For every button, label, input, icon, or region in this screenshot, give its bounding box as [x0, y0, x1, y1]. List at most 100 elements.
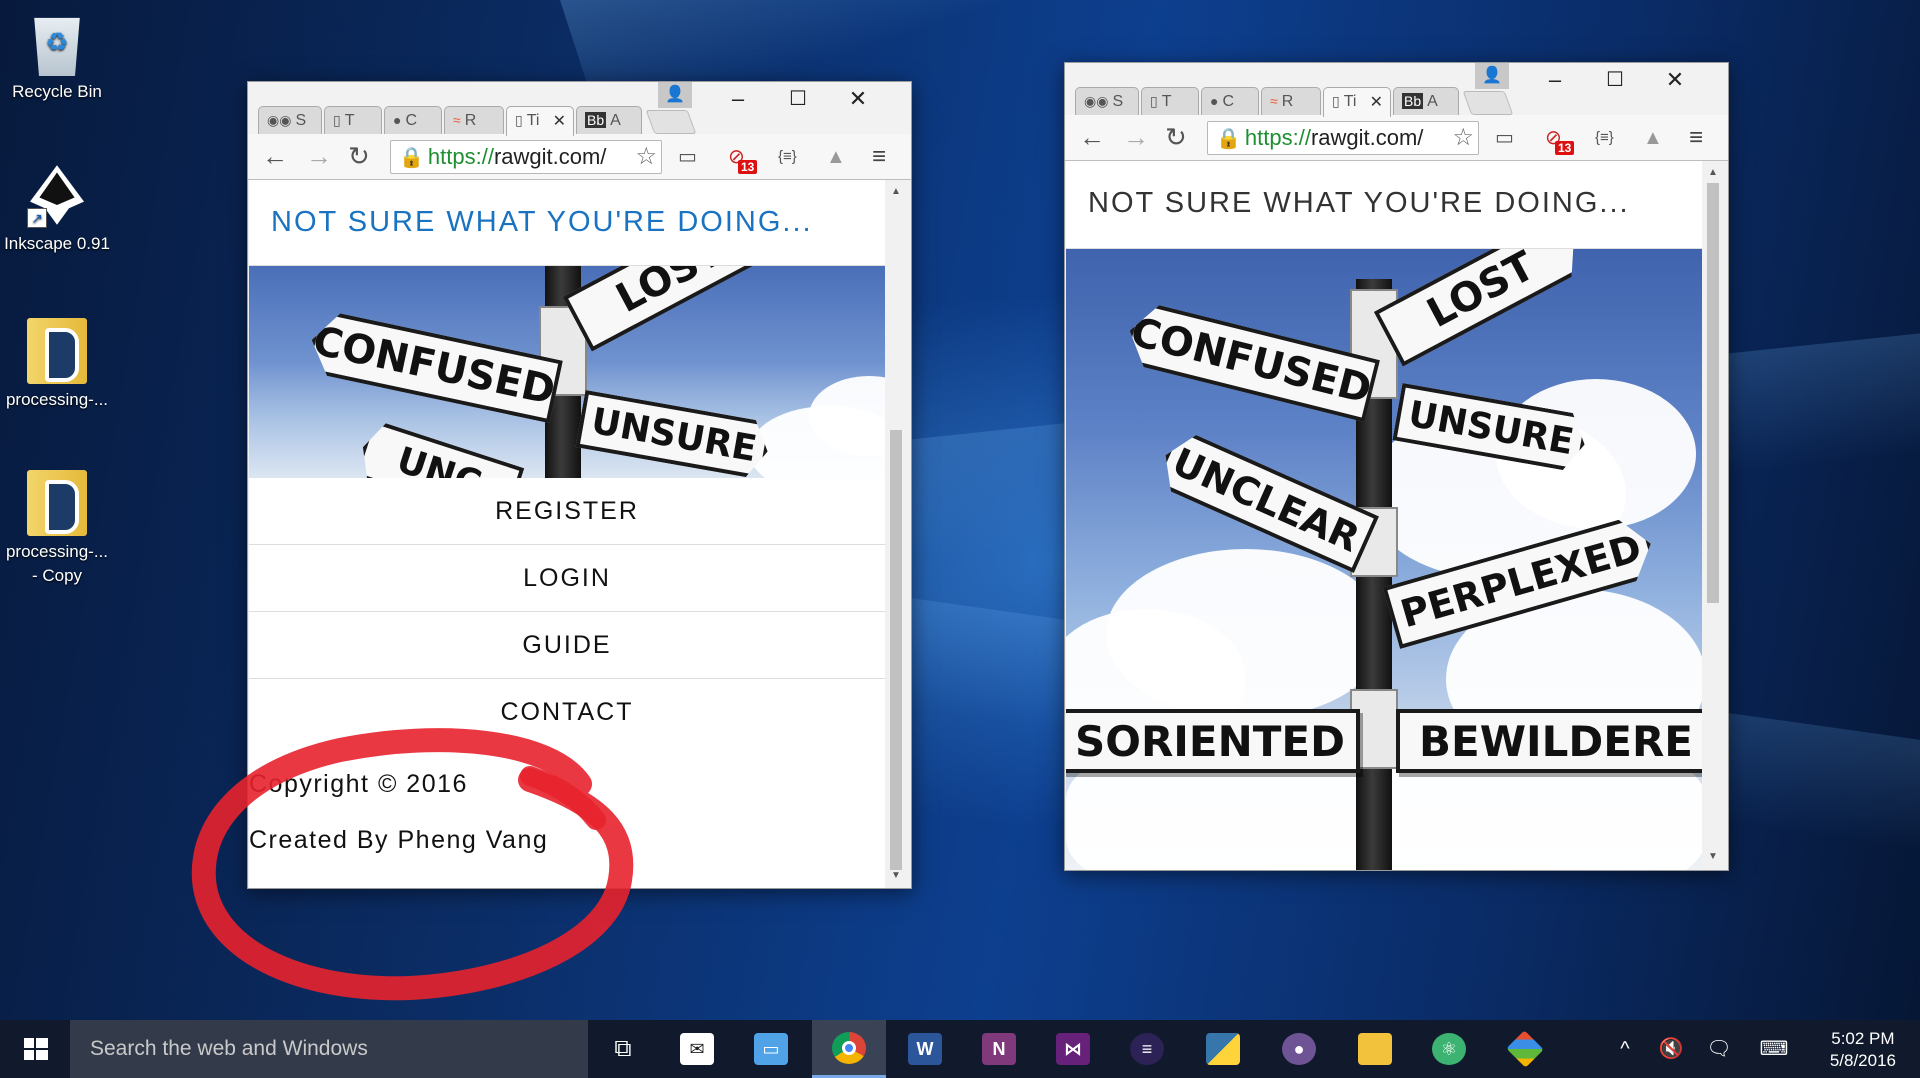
desktop-icon-inkscape[interactable]: ↗ Inkscape 0.91	[2, 162, 112, 256]
taskbar-app-network[interactable]: ▭	[734, 1020, 808, 1078]
contact-link[interactable]: CONTACT	[249, 679, 885, 746]
json-formatter-icon[interactable]: {≡}	[778, 144, 797, 170]
bookmark-star-icon[interactable]: ☆	[633, 141, 657, 173]
page-icon: ▯	[515, 112, 523, 128]
guide-link[interactable]: GUIDE	[249, 612, 885, 679]
notifications-icon[interactable]: 🗨	[1702, 1020, 1736, 1078]
clock-time: 5:02 PM	[1831, 1029, 1895, 1048]
desktop-icon-label: processing-...	[5, 542, 109, 561]
forward-button[interactable]: →	[306, 142, 332, 170]
taskbar-app-atom[interactable]: ⚛	[1412, 1020, 1486, 1078]
tab[interactable]: ▯ T	[324, 106, 382, 136]
volume-muted-icon[interactable]: 🔇	[1654, 1020, 1688, 1078]
menu-icon[interactable]: ≡	[1689, 125, 1703, 151]
tab[interactable]: ≈ R	[1261, 87, 1321, 117]
profile-icon[interactable]: 👤	[1475, 63, 1509, 89]
scroll-down-arrow-icon[interactable]: ▼	[1703, 851, 1723, 862]
taskbar-app-visual-studio[interactable]: ⋈	[1036, 1020, 1110, 1078]
taskbar-app-word[interactable]: W	[888, 1020, 962, 1078]
new-tab-button[interactable]	[645, 110, 697, 134]
tab[interactable]: ◉◉ S	[1075, 87, 1139, 117]
scroll-thumb[interactable]	[890, 430, 902, 870]
minimize-button[interactable]: –	[718, 86, 758, 112]
taskbar-app-git[interactable]	[1488, 1020, 1562, 1078]
scroll-down-arrow-icon[interactable]: ▼	[886, 870, 906, 881]
scroll-up-arrow-icon[interactable]: ▲	[1703, 167, 1723, 178]
desktop-icon-label: processing-...	[5, 390, 109, 409]
taskbar-app-file-explorer[interactable]	[1338, 1020, 1412, 1078]
maximize-button[interactable]: ☐	[1595, 67, 1635, 93]
github-desktop-icon: ●	[1282, 1033, 1316, 1065]
folder-icon	[1358, 1033, 1392, 1065]
close-window-button[interactable]: ✕	[838, 86, 878, 112]
page-icon: ▯	[1332, 93, 1340, 109]
json-formatter-icon[interactable]: {≡}	[1595, 125, 1614, 151]
eye-icon: ◉◉	[1084, 93, 1109, 109]
show-hidden-icons-button[interactable]: ^	[1610, 1020, 1640, 1078]
cast-icon[interactable]: ▭	[678, 144, 697, 170]
taskbar-app-onenote[interactable]: N	[962, 1020, 1036, 1078]
scroll-up-arrow-icon[interactable]: ▲	[886, 186, 906, 197]
tab[interactable]: ≈ R	[444, 106, 504, 136]
cast-icon[interactable]: ▭	[1495, 125, 1514, 151]
login-link[interactable]: LOGIN	[249, 545, 885, 612]
extension-badge: 13	[1555, 141, 1575, 155]
tab[interactable]: ● C	[1201, 87, 1259, 117]
sign-confused: CONFUSED	[305, 309, 563, 424]
taskbar-search-box[interactable]: Search the web and Windows	[70, 1020, 588, 1078]
page-icon: ▯	[1150, 93, 1158, 109]
bookmark-star-icon[interactable]: ☆	[1450, 122, 1474, 154]
forward-button[interactable]: →	[1123, 123, 1149, 151]
taskbar-app-python[interactable]	[1186, 1020, 1260, 1078]
fish-icon: ≈	[1270, 93, 1278, 109]
taskbar-app-chrome[interactable]	[812, 1020, 886, 1078]
tab[interactable]: ▯ T	[1141, 87, 1199, 117]
desktop-icon-processing-copy[interactable]: processing-... - Copy	[2, 470, 112, 588]
clock[interactable]: 5:02 PM 5/8/2016	[1830, 1028, 1896, 1072]
back-button[interactable]: ←	[1079, 123, 1105, 151]
desktop-icon-label-line2: - Copy	[31, 566, 83, 585]
word-icon: W	[908, 1033, 942, 1065]
tab-active[interactable]: ▯ Ti ✕	[1323, 87, 1391, 117]
processing-folder-icon	[27, 318, 87, 384]
tab-active[interactable]: ▯ Ti ✕	[506, 106, 574, 136]
minimize-button[interactable]: –	[1535, 67, 1575, 93]
close-tab-icon[interactable]: ✕	[1370, 92, 1383, 112]
task-view-button[interactable]: ⧉	[586, 1020, 660, 1078]
footer-copyright: Copyright © 2016	[249, 770, 468, 798]
page-viewport: NOT SURE WHAT YOU'RE DOING... LOST CONFU…	[1066, 161, 1702, 870]
windows-logo-icon	[24, 1038, 48, 1060]
page-icon: ▯	[333, 112, 341, 128]
vertical-scrollbar[interactable]: ▲ ▼	[886, 180, 906, 888]
profile-icon[interactable]: 👤	[658, 82, 692, 108]
taskbar-app-mail[interactable]: ✉	[660, 1020, 734, 1078]
tab[interactable]: Bb A	[576, 106, 642, 136]
drive-icon[interactable]: ▲	[1643, 125, 1663, 151]
desktop-icon-processing[interactable]: processing-...	[2, 318, 112, 412]
register-link[interactable]: REGISTER	[249, 478, 885, 545]
close-window-button[interactable]: ✕	[1655, 67, 1695, 93]
reload-button[interactable]: ↻	[348, 142, 370, 170]
back-button[interactable]: ←	[262, 142, 288, 170]
browser-toolbar: ← → ↻ 🔒 https://rawgit.com/ ☆ ▭ ⊘ 13 {≡} …	[248, 134, 911, 180]
tab[interactable]: ● C	[384, 106, 442, 136]
address-bar[interactable]: 🔒 https://rawgit.com/ ☆	[1207, 121, 1479, 155]
desktop-icon-recycle-bin[interactable]: Recycle Bin	[2, 10, 112, 104]
sign-lost: LOST	[1374, 249, 1589, 367]
taskbar-app-github[interactable]: ●	[1262, 1020, 1336, 1078]
address-bar[interactable]: 🔒 https://rawgit.com/ ☆	[390, 140, 662, 174]
drive-icon[interactable]: ▲	[826, 144, 846, 170]
close-tab-icon[interactable]: ✕	[553, 111, 566, 131]
menu-icon[interactable]: ≡	[872, 144, 886, 170]
tab[interactable]: Bb A	[1393, 87, 1459, 117]
vertical-scrollbar[interactable]: ▲ ▼	[1703, 161, 1723, 870]
tab[interactable]: ◉◉ S	[258, 106, 322, 136]
scroll-thumb[interactable]	[1707, 183, 1719, 603]
reload-button[interactable]: ↻	[1165, 123, 1187, 151]
taskbar-app-eclipse[interactable]: ≡	[1110, 1020, 1184, 1078]
maximize-button[interactable]: ☐	[778, 86, 818, 112]
sign-confused: CONFUSED	[1122, 300, 1380, 423]
start-button[interactable]	[0, 1020, 70, 1078]
new-tab-button[interactable]	[1462, 91, 1514, 115]
keyboard-icon[interactable]: ⌨	[1752, 1020, 1796, 1078]
